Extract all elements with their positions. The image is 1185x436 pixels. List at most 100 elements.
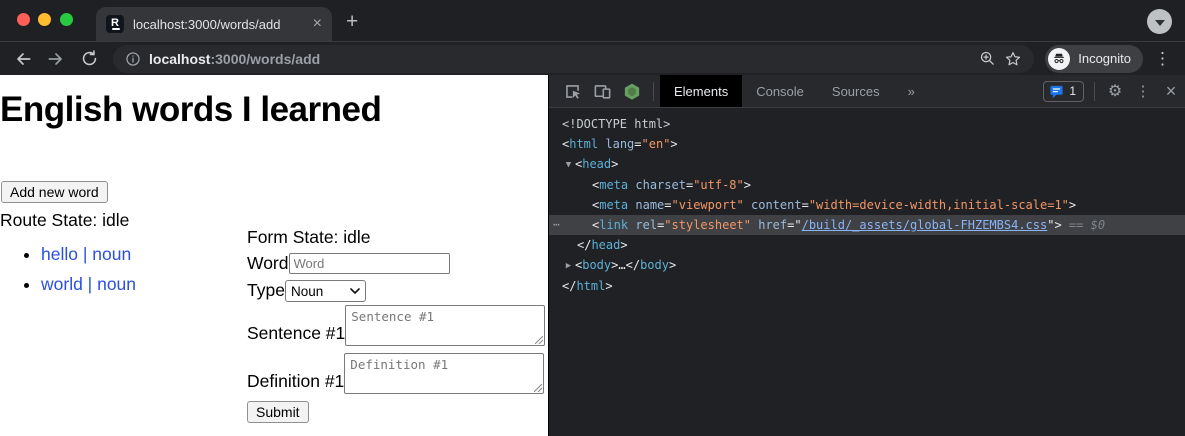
code-token-pun: > xyxy=(1054,218,1061,232)
type-select[interactable]: Noun xyxy=(285,280,366,302)
browser-menu-button[interactable]: ⋮ xyxy=(1150,49,1175,69)
node-hexagon-icon xyxy=(623,82,641,101)
devtools-more-tabs-button[interactable]: » xyxy=(894,75,929,107)
dom-tree-line[interactable]: <!DOCTYPE html> xyxy=(549,114,1185,134)
dom-tree-line[interactable]: <html lang="en"> xyxy=(549,134,1185,154)
code-token-tag: meta xyxy=(599,198,628,212)
code-token-pun: > xyxy=(1069,198,1076,212)
device-toolbar-button[interactable] xyxy=(587,78,617,104)
bookmark-star-icon[interactable] xyxy=(1004,50,1022,68)
page-title: English words I learned xyxy=(0,89,548,131)
page-info-icon[interactable] xyxy=(125,51,141,67)
dom-tree-line[interactable]: ▶<body>…</body> xyxy=(549,255,1185,276)
download-indicator-icon[interactable] xyxy=(1147,9,1172,34)
remix-favicon-icon: R xyxy=(106,15,124,33)
code-token-val: "utf-8" xyxy=(693,178,744,192)
inspect-cursor-icon xyxy=(563,82,582,101)
code-token-tag: html xyxy=(569,137,598,151)
collapse-arrow-icon[interactable]: ▼ xyxy=(562,155,575,175)
devtools-tab-console[interactable]: Console xyxy=(742,75,818,107)
url-path: :3000/words/add xyxy=(210,51,320,67)
word-link[interactable]: world | noun xyxy=(41,274,136,294)
code-token-val: "viewport" xyxy=(672,198,744,212)
reload-button[interactable] xyxy=(76,46,102,72)
dom-tree-line[interactable]: <meta charset="utf-8"> xyxy=(549,175,1185,195)
resize-grip-icon[interactable] xyxy=(535,336,543,344)
word-input[interactable] xyxy=(289,253,450,274)
code-token-pun: =" xyxy=(787,218,801,232)
code-token-tag: head xyxy=(591,238,620,252)
code-token-val: "stylesheet" xyxy=(664,218,751,232)
submit-button[interactable]: Submit xyxy=(247,401,309,423)
dom-tree-line[interactable]: </html> xyxy=(549,276,1185,296)
node-devtools-button[interactable] xyxy=(617,78,647,104)
issues-bubble-icon xyxy=(1049,84,1064,99)
code-token-tag: link xyxy=(599,218,628,232)
devtools-tab-sources[interactable]: Sources xyxy=(818,75,894,107)
incognito-label: Incognito xyxy=(1078,51,1131,66)
browser-tab[interactable]: R localhost:3000/words/add × xyxy=(96,7,332,41)
code-token-link[interactable]: /build/_assets/global-FHZEMBS4.css xyxy=(802,218,1048,232)
code-token-attr: rel xyxy=(635,218,657,232)
code-token-tag: body xyxy=(640,258,669,272)
code-token-doctype: <!DOCTYPE html> xyxy=(562,117,670,131)
new-tab-button[interactable]: + xyxy=(346,10,358,34)
devtools-panel: ElementsConsoleSources» 1 ⚙ ⋮ × <!DOCTYP… xyxy=(548,75,1185,436)
code-token-attr: charset xyxy=(635,178,686,192)
toolbar-divider xyxy=(653,82,654,101)
definition-row: Definition #1 xyxy=(247,353,547,394)
window-content: English words I learned Add new word Rou… xyxy=(0,75,1185,436)
devtools-menu-button[interactable]: ⋮ xyxy=(1129,78,1157,104)
issues-count: 1 xyxy=(1069,84,1076,98)
inspect-element-button[interactable] xyxy=(557,78,587,104)
word-link[interactable]: hello | noun xyxy=(41,244,131,264)
forward-button[interactable] xyxy=(43,46,69,72)
dom-tree-line[interactable]: ▼<head> xyxy=(549,154,1185,175)
issues-counter[interactable]: 1 xyxy=(1043,81,1084,102)
incognito-icon xyxy=(1048,48,1070,70)
code-token-pun xyxy=(744,198,751,212)
browser-toolbar: localhost:3000/words/add Incognito ⋮ xyxy=(0,41,1185,75)
back-button[interactable] xyxy=(10,46,36,72)
add-word-form: Form State: idle Word Type Noun Sentence… xyxy=(247,227,547,423)
code-token-pun: > xyxy=(611,157,618,171)
minimize-window-button[interactable] xyxy=(38,13,51,26)
code-token-attr: href xyxy=(758,218,787,232)
add-new-word-button[interactable]: Add new word xyxy=(1,181,108,203)
definition-label: Definition #1 xyxy=(247,371,344,392)
dom-tree-line[interactable]: <meta name="viewport" content="width=dev… xyxy=(549,195,1185,215)
sentence-textarea[interactable] xyxy=(345,305,545,346)
devtools-close-button[interactable]: × xyxy=(1157,78,1185,104)
word-label: Word xyxy=(247,253,289,274)
web-page: English words I learned Add new word Rou… xyxy=(0,75,548,436)
address-bar[interactable]: localhost:3000/words/add xyxy=(113,45,1034,73)
url-host: localhost xyxy=(149,51,210,67)
devtools-tab-elements[interactable]: Elements xyxy=(660,75,742,107)
maximize-window-button[interactable] xyxy=(60,13,73,26)
chevron-down-icon xyxy=(350,288,360,294)
code-token-attr: content xyxy=(751,198,802,212)
dom-tree-line[interactable]: ⋯<link rel="stylesheet" href="/build/_as… xyxy=(549,215,1185,235)
resize-grip-icon[interactable] xyxy=(534,384,542,392)
code-token-pun: … xyxy=(618,258,625,272)
definition-textarea[interactable] xyxy=(344,353,544,394)
more-actions-icon[interactable]: ⋯ xyxy=(553,215,561,235)
devtools-tabbar: ElementsConsoleSources» xyxy=(660,75,929,107)
code-token-tag: meta xyxy=(599,178,628,192)
back-arrow-icon xyxy=(13,49,33,69)
dom-tree-line[interactable]: </head> xyxy=(549,235,1185,255)
code-token-pun: = xyxy=(634,137,641,151)
tab-close-icon[interactable]: × xyxy=(313,16,322,32)
close-window-button[interactable] xyxy=(17,13,30,26)
expand-arrow-icon[interactable]: ▶ xyxy=(562,256,575,276)
type-select-value: Noun xyxy=(291,284,346,299)
incognito-glyph-icon xyxy=(1052,52,1066,66)
code-token-attr: lang xyxy=(605,137,634,151)
code-token-pun: = xyxy=(664,198,671,212)
code-token-pun: > xyxy=(744,178,751,192)
devtools-settings-button[interactable]: ⚙ xyxy=(1101,78,1129,104)
tab-title: localhost:3000/words/add xyxy=(133,17,304,32)
sentence-row: Sentence #1 xyxy=(247,305,547,346)
zoom-icon[interactable] xyxy=(979,50,996,67)
code-token-dim: == $0 xyxy=(1062,218,1105,232)
